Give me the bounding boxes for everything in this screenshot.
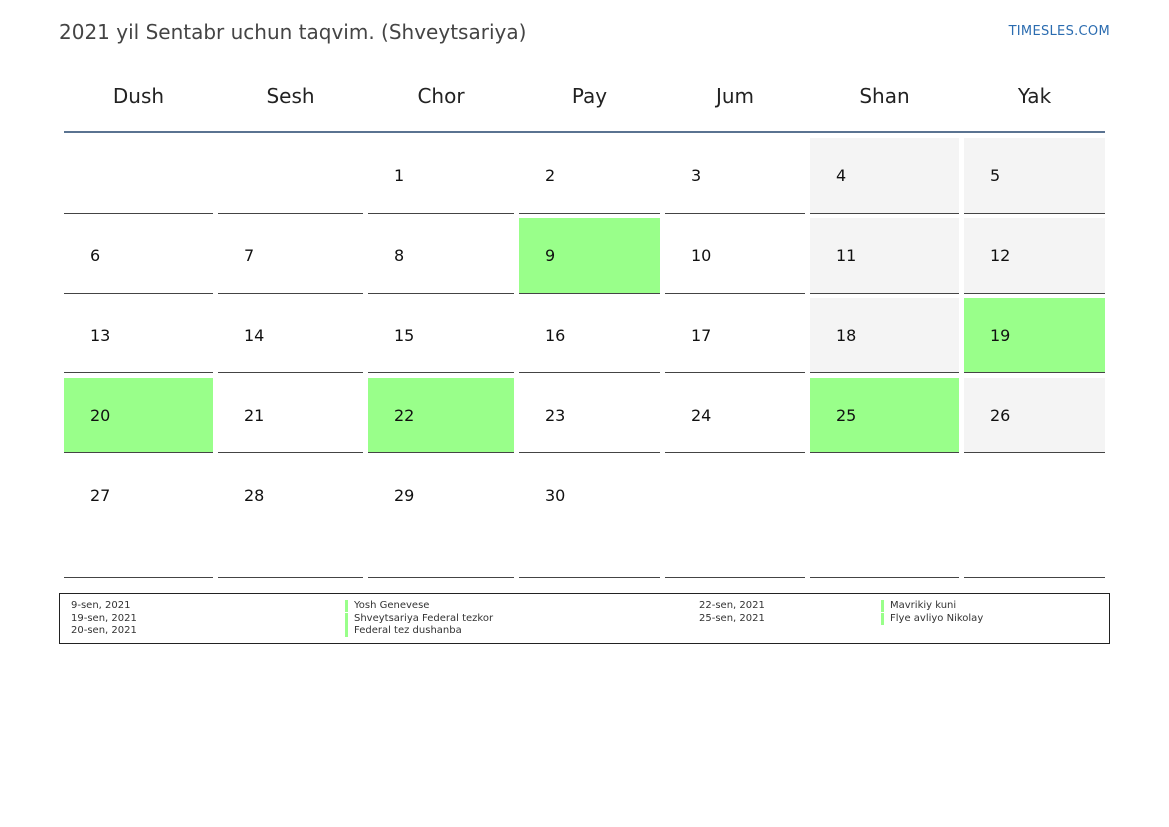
day-number: 23 xyxy=(545,406,566,425)
day-number: 22 xyxy=(394,406,415,425)
empty-day-cell xyxy=(665,458,805,578)
day-number: 17 xyxy=(691,326,712,345)
day-cell: 1 xyxy=(368,138,514,214)
holiday-day-cell: 20 xyxy=(64,378,213,453)
day-cell: 29 xyxy=(368,458,514,578)
day-number: 30 xyxy=(545,486,566,505)
day-cell: 21 xyxy=(218,378,363,453)
day-number: 8 xyxy=(394,246,405,265)
day-number: 28 xyxy=(244,486,265,505)
day-cell: 16 xyxy=(519,298,660,373)
day-cell: 28 xyxy=(218,458,363,578)
day-cell: 8 xyxy=(368,218,514,294)
day-cell: 10 xyxy=(665,218,805,294)
brand-link[interactable]: TIMESLES.COM xyxy=(1009,24,1110,39)
legend-holiday-name: Federal tez dushanba xyxy=(345,625,462,637)
day-cell: 7 xyxy=(218,218,363,294)
day-number: 16 xyxy=(545,326,566,345)
page-title: 2021 yil Sentabr uchun taqvim. (Shveytsa… xyxy=(59,20,527,44)
legend-holiday-name: Mavrikiy kuni xyxy=(881,600,956,612)
legend-date: 9-sen, 2021 xyxy=(71,600,131,611)
day-number: 6 xyxy=(90,246,101,265)
weekday-label: Dush xyxy=(112,84,165,108)
empty-day-cell xyxy=(810,458,959,578)
weekday-label: Pay xyxy=(571,84,608,108)
day-cell: 5 xyxy=(964,138,1105,214)
day-number: 24 xyxy=(691,406,712,425)
legend-date: 20-sen, 2021 xyxy=(71,625,137,636)
day-number: 2 xyxy=(545,166,556,185)
day-number: 29 xyxy=(394,486,415,505)
day-cell: 30 xyxy=(519,458,660,578)
day-number: 4 xyxy=(836,166,847,185)
holiday-day-cell: 19 xyxy=(964,298,1105,373)
day-number: 15 xyxy=(394,326,415,345)
weekday-label: Yak xyxy=(1017,84,1052,108)
day-cell: 23 xyxy=(519,378,660,453)
header-divider xyxy=(64,131,1105,133)
weekday-label: Shan xyxy=(859,84,910,108)
day-cell: 26 xyxy=(964,378,1105,453)
day-cell: 15 xyxy=(368,298,514,373)
day-cell: 4 xyxy=(810,138,959,214)
day-number: 3 xyxy=(691,166,702,185)
day-cell: 13 xyxy=(64,298,213,373)
legend-holiday-name: Shveytsariya Federal tezkor xyxy=(345,613,493,625)
day-cell: 24 xyxy=(665,378,805,453)
day-number: 21 xyxy=(244,406,265,425)
holiday-legend: 9-sen, 2021 19-sen, 2021 20-sen, 2021 Yo… xyxy=(59,593,1110,644)
day-number: 11 xyxy=(836,246,857,265)
weekday-header: Dush Sesh Chor Pay Jum Shan Yak xyxy=(64,84,1105,114)
day-cell: 17 xyxy=(665,298,805,373)
weekday-label: Chor xyxy=(417,84,465,108)
day-cell: 2 xyxy=(519,138,660,214)
legend-holiday-name: Flye avliyo Nikolay xyxy=(881,613,983,625)
day-number: 1 xyxy=(394,166,405,185)
holiday-day-cell: 9 xyxy=(519,218,660,294)
empty-day-cell xyxy=(964,458,1105,578)
empty-day-cell xyxy=(64,138,213,214)
day-number: 13 xyxy=(90,326,111,345)
legend-date: 19-sen, 2021 xyxy=(71,613,137,624)
weekday-label: Jum xyxy=(715,84,755,108)
day-cell: 12 xyxy=(964,218,1105,294)
day-number: 25 xyxy=(836,406,857,425)
day-cell: 11 xyxy=(810,218,959,294)
day-number: 7 xyxy=(244,246,255,265)
day-number: 26 xyxy=(990,406,1011,425)
empty-day-cell xyxy=(218,138,363,214)
day-number: 14 xyxy=(244,326,265,345)
day-number: 10 xyxy=(691,246,712,265)
day-number: 19 xyxy=(990,326,1011,345)
legend-date: 22-sen, 2021 xyxy=(699,600,765,611)
day-number: 12 xyxy=(990,246,1011,265)
day-number: 20 xyxy=(90,406,111,425)
day-cell: 6 xyxy=(64,218,213,294)
day-number: 18 xyxy=(836,326,857,345)
day-number: 27 xyxy=(90,486,111,505)
day-cell: 3 xyxy=(665,138,805,214)
day-cell: 27 xyxy=(64,458,213,578)
weekday-label: Sesh xyxy=(266,84,315,108)
holiday-day-cell: 25 xyxy=(810,378,959,453)
legend-holiday-name: Yosh Genevese xyxy=(345,600,429,612)
day-number: 5 xyxy=(990,166,1001,185)
holiday-day-cell: 22 xyxy=(368,378,514,453)
day-cell: 18 xyxy=(810,298,959,373)
legend-date: 25-sen, 2021 xyxy=(699,613,765,624)
day-cell: 14 xyxy=(218,298,363,373)
day-number: 9 xyxy=(545,246,556,265)
